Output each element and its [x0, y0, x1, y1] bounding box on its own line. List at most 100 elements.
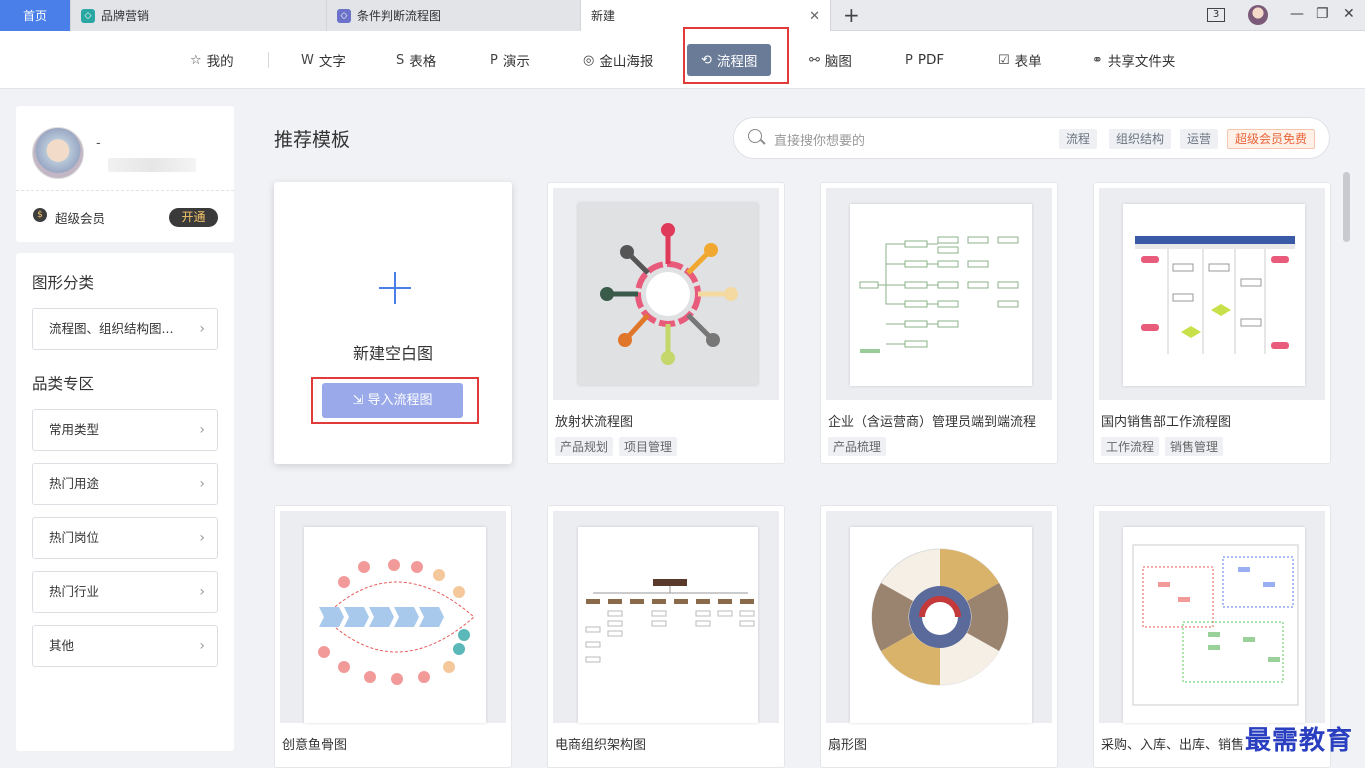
tb-form[interactable]: ☑ 表单: [990, 44, 1050, 76]
template-title: 企业（含运营商）管理员端到端流程: [828, 415, 1037, 430]
fishbone-diagram: [318, 559, 475, 685]
template-card[interactable]: 创意鱼骨图: [274, 505, 512, 768]
highlight-box-flowchart: [683, 27, 789, 84]
cat-btn-label: 热门用途: [49, 476, 100, 491]
search-tag[interactable]: 流程: [1059, 129, 1098, 149]
cat-btn-label: 热门行业: [49, 584, 100, 599]
category-zone-heading: 品类专区: [32, 375, 95, 393]
tb-pdf[interactable]: P PDF: [897, 44, 952, 76]
minimize-icon[interactable]: —: [1290, 6, 1304, 22]
tb-share-folder[interactable]: ⚭ 共享文件夹: [1084, 44, 1183, 76]
window-count-badge[interactable]: 3: [1207, 8, 1225, 22]
tab-label: 新建: [591, 9, 616, 23]
flowchart-doc-icon: ◇: [81, 8, 95, 23]
paper: [578, 527, 758, 723]
add-tab-button[interactable]: +: [843, 4, 860, 26]
template-thumbnail: [553, 188, 779, 400]
close-window-icon[interactable]: ✕: [1343, 6, 1355, 22]
tab-home[interactable]: 首页: [0, 0, 71, 31]
close-icon[interactable]: ✕: [809, 9, 820, 24]
template-tag[interactable]: 销售管理: [1165, 437, 1224, 456]
sector-diagram: [871, 548, 1009, 686]
tb-label: 脑图: [824, 54, 852, 70]
poster-icon: ◎: [583, 52, 595, 68]
template-card[interactable]: 国内销售部工作流程图 工作流程 销售管理: [1093, 182, 1331, 464]
vip-icon: $: [33, 208, 47, 222]
paper: [850, 527, 1032, 723]
category-common[interactable]: 常用类型 ›: [32, 409, 218, 451]
template-title: 采购、入库、出库、销售: [1101, 738, 1245, 753]
template-card[interactable]: 企业（含运营商）管理员端到端流程 产品梳理: [820, 182, 1058, 464]
template-thumbnail: [280, 511, 506, 723]
search-icon: [748, 129, 762, 143]
template-card[interactable]: 放射状流程图 产品规划 项目管理: [547, 182, 785, 464]
process-diagram: [1132, 544, 1299, 706]
paper: [850, 204, 1032, 386]
template-tag[interactable]: 产品梳理: [828, 437, 887, 456]
template-tag[interactable]: 工作流程: [1101, 437, 1160, 456]
chevron-right-icon: ›: [199, 476, 205, 492]
tb-label: 共享文件夹: [1107, 54, 1176, 70]
template-tag[interactable]: 项目管理: [619, 437, 678, 456]
tab-label: 条件判断流程图: [357, 9, 442, 23]
chevron-right-icon: ›: [199, 638, 205, 654]
search-bar[interactable]: 直接搜你想要的 流程 组织结构 运营 超级会员免费: [733, 117, 1330, 159]
tab-home-label: 首页: [22, 9, 47, 23]
template-title: 放射状流程图: [555, 415, 634, 430]
template-title: 电商组织架构图: [555, 738, 647, 753]
tb-sheet[interactable]: S 表格: [388, 44, 444, 76]
vip-open-button[interactable]: 开通: [169, 208, 218, 227]
page-title: 推荐模板: [274, 129, 351, 151]
paper: [578, 203, 758, 385]
template-thumbnail: [826, 511, 1052, 723]
star-icon: ☆: [190, 52, 202, 68]
sheet-icon: S: [396, 52, 405, 68]
tb-label: 表格: [409, 54, 437, 70]
tb-poster[interactable]: ◎ 金山海报: [575, 44, 661, 76]
template-tag[interactable]: 产品规划: [555, 437, 614, 456]
template-card[interactable]: 扇形图: [820, 505, 1058, 768]
tab-brand-marketing[interactable]: ◇ 品牌营销: [71, 0, 327, 31]
template-title: 创意鱼骨图: [282, 738, 348, 753]
user-card: - $ 超级会员 开通: [16, 106, 234, 242]
template-tags: 工作流程 销售管理: [1101, 437, 1224, 456]
template-title: 扇形图: [828, 738, 868, 753]
template-thumbnail: [553, 511, 779, 723]
search-tag[interactable]: 组织结构: [1109, 129, 1172, 149]
template-thumbnail: [1099, 511, 1325, 723]
avatar[interactable]: [1248, 5, 1268, 25]
watermark: 最需教育: [1245, 726, 1354, 756]
tb-mine[interactable]: ☆ 我的: [182, 44, 242, 76]
search-input[interactable]: 直接搜你想要的: [774, 130, 865, 149]
plus-icon: [394, 272, 396, 304]
search-tag-vip[interactable]: 超级会员免费: [1227, 129, 1316, 149]
word-icon: W: [301, 52, 314, 68]
category-hot-use[interactable]: 热门用途 ›: [32, 463, 218, 505]
category-hot-industry[interactable]: 热门行业 ›: [32, 571, 218, 613]
paper: [1123, 204, 1305, 386]
user-name: -: [96, 136, 101, 151]
flowchart-doc-icon: ◇: [337, 8, 351, 23]
scrollbar[interactable]: [1343, 172, 1350, 242]
category-other[interactable]: 其他 ›: [32, 625, 218, 667]
graphic-category-button[interactable]: 流程图、组织结构图... ›: [32, 308, 218, 350]
category-hot-post[interactable]: 热门岗位 ›: [32, 517, 218, 559]
tb-label: 表单: [1014, 54, 1042, 70]
restore-icon[interactable]: ❐: [1316, 6, 1329, 22]
tab-condition-flowchart[interactable]: ◇ 条件判断流程图: [327, 0, 581, 31]
tb-label: 文字: [318, 54, 346, 70]
toolbar-divider: [268, 52, 269, 68]
chevron-right-icon: ›: [199, 530, 205, 546]
search-tag[interactable]: 运营: [1180, 129, 1219, 149]
mindmap-icon: ⚯: [809, 52, 820, 68]
cat-btn-label: 其他: [49, 638, 75, 653]
radial-diagram: [600, 223, 738, 365]
chevron-right-icon: ›: [199, 422, 205, 438]
tb-slide[interactable]: P 演示: [482, 44, 538, 76]
graphic-category-heading: 图形分类: [32, 274, 95, 292]
template-card[interactable]: 电商组织架构图: [547, 505, 785, 768]
tb-mindmap[interactable]: ⚯ 脑图: [801, 44, 860, 76]
chevron-right-icon: ›: [199, 321, 205, 337]
tb-text[interactable]: W 文字: [293, 44, 354, 76]
avatar[interactable]: [32, 127, 84, 179]
